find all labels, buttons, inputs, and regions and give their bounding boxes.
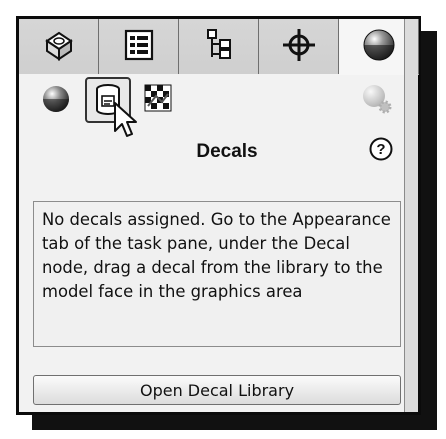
tab-configuration[interactable] — [179, 19, 259, 74]
tab-properties[interactable] — [99, 19, 179, 74]
part-icon — [41, 27, 77, 67]
appearance-sphere-icon — [361, 27, 397, 67]
open-decal-library-button[interactable]: Open Decal Library — [33, 375, 401, 405]
panel-scroll-edge — [404, 19, 418, 412]
decals-panel: Decals ? No decals assigned. Go to the A… — [16, 16, 421, 415]
tab-strip — [19, 19, 419, 75]
appearance-sphere-icon[interactable] — [39, 82, 73, 116]
mouse-cursor-icon — [113, 101, 141, 141]
tab-dimxpert[interactable] — [259, 19, 339, 74]
gear-settings-icon[interactable] — [359, 81, 395, 117]
panel-title: Decals — [196, 141, 258, 162]
tab-part[interactable] — [19, 19, 99, 74]
property-list-icon — [122, 28, 156, 66]
crosshair-icon — [281, 27, 317, 67]
help-icon[interactable]: ? — [369, 137, 393, 161]
scene-checker-icon[interactable] — [141, 81, 175, 115]
svg-text:?: ? — [376, 141, 385, 158]
configuration-tree-icon — [202, 27, 236, 67]
no-decals-message: No decals assigned. Go to the Appearance… — [33, 201, 401, 347]
